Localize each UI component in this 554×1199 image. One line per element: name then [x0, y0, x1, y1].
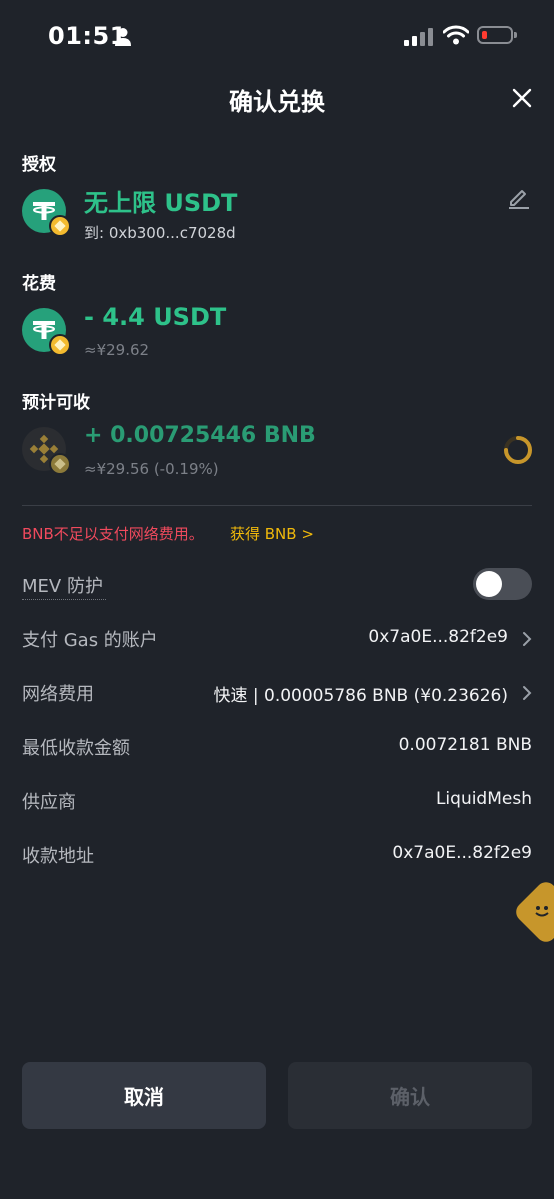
edit-pencil-icon[interactable]: [507, 185, 531, 213]
gas-account-label: 支付 Gas 的账户: [22, 630, 158, 651]
page-title: 确认兑换: [229, 88, 325, 116]
get-bnb-link[interactable]: 获得 BNB >: [230, 523, 314, 544]
network-fee-value[interactable]: 快速 | 0.00005786 BNB (¥0.23626): [213, 681, 508, 706]
min-receive-label: 最低收款金额: [22, 738, 130, 759]
provider-label: 供应商: [22, 792, 76, 813]
authorize-label: 授权: [22, 155, 56, 175]
cancel-button[interactable]: 取消: [22, 1062, 266, 1129]
min-receive-value: 0.0072181 BNB: [398, 735, 532, 755]
spend-label: 花费: [22, 274, 56, 294]
mev-protection-label[interactable]: MEV 防护: [22, 572, 103, 598]
signal-icon: [404, 28, 433, 46]
chevron-right-icon[interactable]: [522, 631, 532, 651]
loading-spinner-icon: [503, 435, 533, 469]
gas-account-value[interactable]: 0x7a0E...82f2e9: [368, 627, 508, 647]
insufficient-bnb-warning: BNB不足以支付网络费用。: [22, 525, 204, 543]
receive-fiat: ≈¥29.56 (-0.19%): [84, 460, 219, 478]
spend-fiat: ≈¥29.62: [84, 341, 150, 359]
chevron-right-icon[interactable]: [522, 685, 532, 705]
authorize-amount: 无上限 USDT: [84, 189, 238, 217]
wifi-icon: [442, 25, 470, 49]
receive-address-label: 收款地址: [22, 846, 94, 867]
smiley-icon: [531, 899, 553, 925]
receive-amount: + 0.00725446 BNB: [84, 423, 316, 448]
close-icon[interactable]: [512, 88, 532, 112]
divider: [22, 505, 532, 506]
confirm-button[interactable]: 确认: [288, 1062, 532, 1129]
bnb-chain-badge-icon: [49, 453, 71, 475]
bnb-chain-badge-icon: [49, 215, 71, 237]
authorize-to-address: 到: 0xb300...c7028d: [84, 224, 236, 242]
bnb-chain-badge-icon: [49, 334, 71, 356]
network-fee-label: 网络费用: [22, 684, 94, 705]
mev-protection-toggle[interactable]: [473, 568, 532, 600]
provider-value: LiquidMesh: [435, 789, 532, 809]
battery-icon: [477, 26, 517, 44]
spend-amount: - 4.4 USDT: [84, 303, 227, 331]
receive-address-value: 0x7a0E...82f2e9: [392, 843, 532, 863]
person-icon: [114, 27, 132, 51]
receive-label: 预计可收: [22, 393, 90, 413]
mev-underline: [22, 599, 106, 600]
